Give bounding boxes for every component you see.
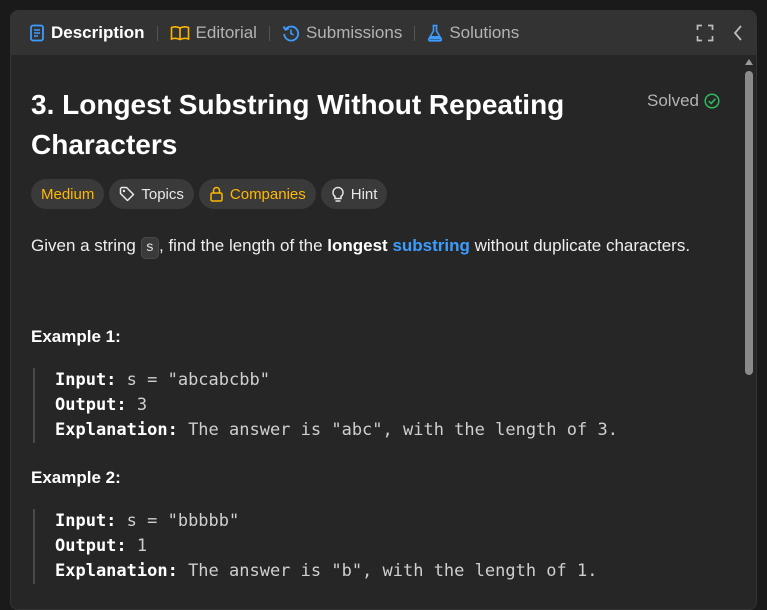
tab-bar: Description Editorial Submissions Soluti… [11, 11, 756, 55]
example-line: Output: 1 [55, 534, 597, 559]
example-1-title: Example 1: [31, 327, 121, 346]
tab-solutions-label: Solutions [449, 23, 520, 42]
book-icon [170, 25, 190, 41]
solved-status: Solved [647, 91, 720, 111]
collapse-panel-icon[interactable] [732, 24, 744, 42]
problem-title: 3. Longest Substring Without Repeating C… [31, 89, 565, 160]
example-line: Input: s = "abcabcbb" [55, 368, 618, 393]
example-line: Output: 3 [55, 393, 618, 418]
tab-divider [414, 25, 416, 41]
fullscreen-icon[interactable] [696, 24, 714, 42]
tag-chips: Medium Topics Companies Hint [31, 179, 388, 209]
tab-divider [268, 25, 270, 41]
hint-button[interactable]: Hint [320, 179, 388, 209]
check-circle-icon [704, 93, 720, 109]
input-label: Input: [55, 511, 117, 531]
companies-label: Companies [229, 185, 306, 203]
difficulty-label: Medium [41, 185, 95, 203]
scrollbar-thumb[interactable] [745, 71, 753, 375]
tab-editorial-label: Editorial [195, 23, 257, 42]
lock-icon [209, 186, 224, 202]
explanation-value: The answer is "abc", with the length of … [177, 420, 618, 440]
description-panel: Description Editorial Submissions Soluti… [10, 10, 757, 610]
tab-divider [156, 25, 158, 41]
tag-icon [119, 186, 135, 202]
flask-icon [427, 24, 443, 42]
output-value: 1 [126, 536, 148, 556]
vertical-scrollbar[interactable] [742, 55, 756, 609]
topics-label: Topics [141, 185, 184, 203]
explanation-label: Explanation: [55, 561, 178, 581]
tab-submissions-label: Submissions [305, 23, 403, 42]
tab-editorial[interactable]: Editorial [166, 11, 261, 55]
scroll-up-arrow-icon[interactable] [745, 59, 753, 65]
tab-solutions[interactable]: Solutions [423, 11, 523, 55]
output-value: 3 [126, 395, 148, 415]
explanation-label: Explanation: [55, 420, 178, 440]
problem-content: 3. Longest Substring Without Repeating C… [11, 55, 742, 609]
example-line: Explanation: The answer is "abc", with t… [55, 418, 618, 443]
tab-description[interactable]: Description [25, 11, 149, 55]
input-value: s = "abcabcbb" [116, 370, 270, 390]
document-icon [29, 24, 45, 42]
solved-label: Solved [647, 91, 699, 110]
tab-submissions[interactable]: Submissions [278, 11, 406, 55]
topics-button[interactable]: Topics [109, 179, 194, 209]
description-emphasis: longest [327, 236, 388, 255]
history-icon [282, 24, 300, 42]
inline-code: s [140, 237, 160, 259]
output-label: Output: [55, 395, 127, 415]
problem-description: Given a string s, find the length of the… [31, 233, 690, 259]
explanation-value: The answer is "b", with the length of 1. [177, 561, 598, 581]
tab-description-label: Description [51, 23, 145, 42]
example-line: Explanation: The answer is "b", with the… [55, 559, 597, 584]
description-text: , find the length of the [159, 236, 328, 255]
output-label: Output: [55, 536, 127, 556]
example-line: Input: s = "bbbbb" [55, 509, 597, 534]
lightbulb-icon [331, 186, 345, 203]
substring-link[interactable]: substring [392, 236, 469, 255]
description-text: Given a string [31, 236, 141, 255]
example-1-block: Input: s = "abcabcbb" Output: 3 Explanatio… [33, 368, 618, 443]
example-2-title: Example 2: [31, 468, 121, 487]
tabbar-actions [696, 11, 744, 55]
companies-button[interactable]: Companies [198, 179, 316, 209]
example-2-block: Input: s = "bbbbb" Output: 1 Explanation: … [33, 509, 597, 584]
input-value: s = "bbbbb" [116, 511, 240, 531]
input-label: Input: [55, 370, 117, 390]
description-text: without duplicate characters. [469, 236, 691, 255]
hint-label: Hint [350, 185, 378, 203]
difficulty-badge[interactable]: Medium [31, 179, 105, 209]
